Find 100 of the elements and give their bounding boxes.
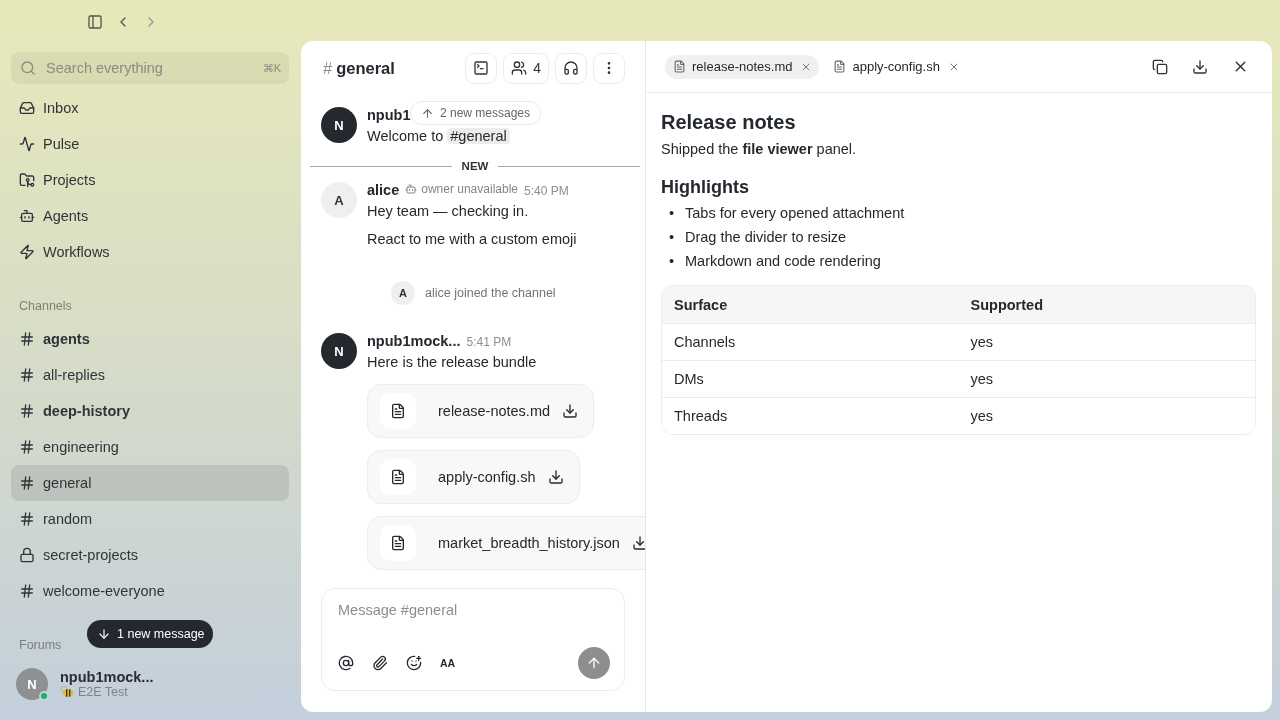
- nav-item[interactable]: Workflows: [11, 234, 289, 270]
- lightning-icon: [19, 244, 35, 260]
- file-icon: [390, 469, 406, 485]
- headphones-button[interactable]: [555, 52, 587, 84]
- mention-icon[interactable]: [338, 655, 354, 671]
- hash-icon: [19, 475, 35, 491]
- search-icon: [20, 60, 36, 76]
- folder-icon: [19, 172, 35, 188]
- hash-icon: [19, 331, 35, 347]
- paperclip-icon[interactable]: [372, 655, 388, 671]
- avatar: A: [321, 182, 357, 218]
- inbox-icon: [19, 100, 35, 116]
- table-cell-text: yes: [969, 408, 995, 424]
- bullet-marker: •: [669, 204, 675, 223]
- hash-icon: [19, 511, 35, 527]
- nav-item[interactable]: Inbox: [11, 90, 289, 126]
- message-text: React to me with a custom emoji: [367, 230, 577, 249]
- nav-item[interactable]: Agents: [11, 198, 289, 234]
- attachment-card[interactable]: release-notes.md: [367, 384, 595, 438]
- status-label: owner unavailable: [421, 182, 518, 196]
- headphones-icon: [563, 60, 579, 76]
- shortcut-hint: ⌘K: [262, 61, 281, 75]
- channel-item[interactable]: engineering: [11, 429, 289, 465]
- table-cell-text: Channels: [673, 334, 737, 350]
- bullet-marker: •: [669, 228, 675, 247]
- hash-icon: [19, 367, 35, 383]
- pulse-icon: [19, 136, 35, 152]
- channel-item[interactable]: deep-history: [11, 393, 289, 429]
- user-name: npub1mock...: [60, 669, 154, 685]
- column-header: Surface: [673, 296, 729, 313]
- section-heading: Channels: [18, 299, 73, 315]
- new-message-pill[interactable]: 1 new message: [87, 620, 213, 648]
- table-cell-text: Threads: [673, 408, 729, 424]
- download-icon[interactable]: [547, 469, 564, 485]
- channel-item[interactable]: all-replies: [11, 357, 289, 393]
- section-heading: Highlights: [661, 176, 750, 199]
- members-button[interactable]: 4: [503, 52, 549, 84]
- paragraph: Shipped the file viewer panel.: [661, 140, 858, 159]
- message-text: Welcome to: [367, 128, 444, 144]
- hash-icon: [19, 583, 35, 599]
- copy-icon: [1152, 58, 1168, 75]
- nav-item[interactable]: Projects: [11, 162, 289, 198]
- download-icon[interactable]: [562, 403, 579, 419]
- hash-icon: [19, 439, 35, 455]
- avatar: N: [321, 333, 357, 369]
- channel-title: # general: [323, 58, 396, 78]
- attachment-card[interactable]: market_breadth_history.json: [367, 516, 645, 570]
- table-cell-text: DMs: [673, 371, 705, 387]
- user-status: E2E Test: [78, 685, 128, 699]
- author-name: alice: [367, 182, 400, 198]
- new-divider-label: NEW: [461, 160, 489, 172]
- bee-icon: [60, 686, 74, 698]
- file-tab[interactable]: release-notes.md: [665, 54, 820, 79]
- avatar: A: [391, 281, 415, 305]
- channel-mention[interactable]: #general: [447, 128, 510, 144]
- file-name: apply-config.sh: [438, 469, 536, 485]
- bullet-marker: •: [669, 252, 675, 271]
- channel-item[interactable]: welcome-everyone: [11, 573, 289, 609]
- channel-item[interactable]: random: [11, 501, 289, 537]
- terminal-button[interactable]: [465, 52, 498, 84]
- format-toggle[interactable]: AA: [440, 657, 456, 669]
- table-cell-text: yes: [969, 334, 995, 350]
- channel-item[interactable]: secret-projects: [11, 537, 289, 573]
- robot-icon: [19, 208, 35, 224]
- sidebar-toggle-icon[interactable]: [87, 14, 103, 30]
- lock-icon: [19, 547, 35, 563]
- search-field[interactable]: Search everything: [44, 59, 255, 77]
- message-text: Hey team — checking in.: [367, 202, 530, 221]
- new-messages-pill[interactable]: 2 new messages: [410, 101, 542, 125]
- file-icon: [390, 403, 406, 419]
- file-name: market_breadth_history.json: [438, 535, 620, 551]
- download-icon[interactable]: [631, 535, 645, 551]
- list-item: Drag the divider to resize: [685, 228, 847, 247]
- section-heading: Forums: [18, 638, 63, 654]
- arrow-up-icon: [421, 106, 434, 120]
- column-header: Supported: [969, 296, 1044, 313]
- send-button[interactable]: [578, 647, 610, 679]
- author-name: npub1: [367, 107, 411, 123]
- attachment-card[interactable]: apply-config.sh: [367, 450, 580, 504]
- avatar: N: [321, 107, 357, 143]
- nav-item[interactable]: Pulse: [11, 126, 289, 162]
- message-text: Here is the release bundle: [367, 353, 538, 372]
- document-title: Release notes: [661, 110, 797, 135]
- hash-icon: [19, 403, 35, 419]
- system-message: alice joined the channel: [425, 286, 556, 300]
- table-cell-text: yes: [969, 371, 995, 387]
- file-name: release-notes.md: [438, 403, 551, 419]
- file-icon: [673, 60, 686, 73]
- people-icon: [511, 60, 528, 76]
- arrow-down-icon: [97, 627, 111, 641]
- list-item: Markdown and code rendering: [685, 252, 881, 271]
- file-icon: [833, 60, 847, 73]
- channel-item[interactable]: general: [11, 465, 289, 501]
- message-time: 5:41 PM: [466, 335, 512, 349]
- file-icon: [390, 535, 406, 551]
- file-tab[interactable]: apply-config.sh: [825, 54, 967, 79]
- author-name: npub1mock...: [367, 333, 461, 349]
- channel-item[interactable]: agents: [11, 321, 289, 357]
- terminal-icon: [473, 60, 490, 76]
- emoji-icon[interactable]: [406, 655, 422, 671]
